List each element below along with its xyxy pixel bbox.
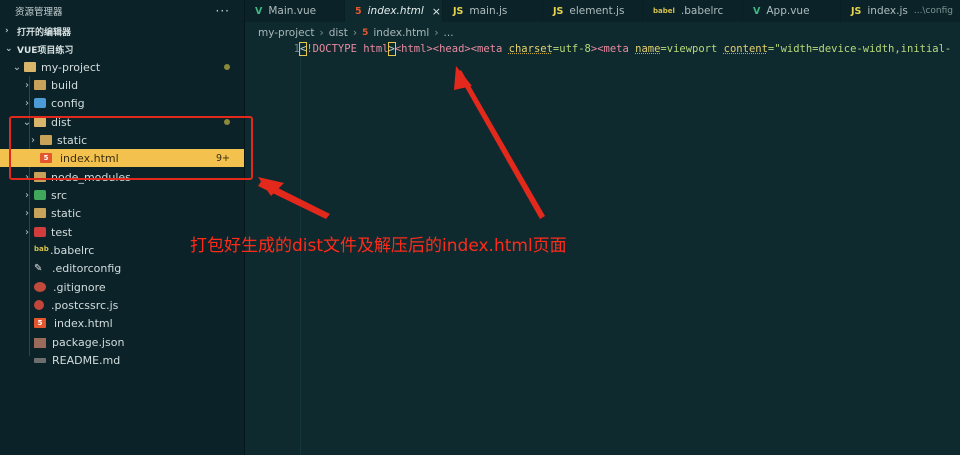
arrow-to-code <box>457 70 545 219</box>
arrow-to-code-head <box>454 66 472 90</box>
annotation-arrows <box>258 66 545 219</box>
annotation-text: 打包好生成的dist文件及解压后的index.html页面 <box>190 236 567 256</box>
